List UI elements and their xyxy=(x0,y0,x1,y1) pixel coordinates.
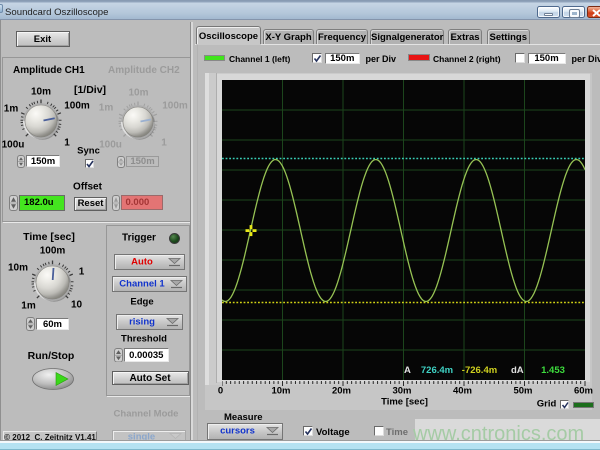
svg-text:dA: dA xyxy=(511,365,524,376)
svg-text:1.453: 1.453 xyxy=(541,365,565,376)
svg-text:A: A xyxy=(404,365,411,376)
svg-text:726.4m: 726.4m xyxy=(421,365,453,376)
svg-text:-726.4m: -726.4m xyxy=(462,365,497,376)
